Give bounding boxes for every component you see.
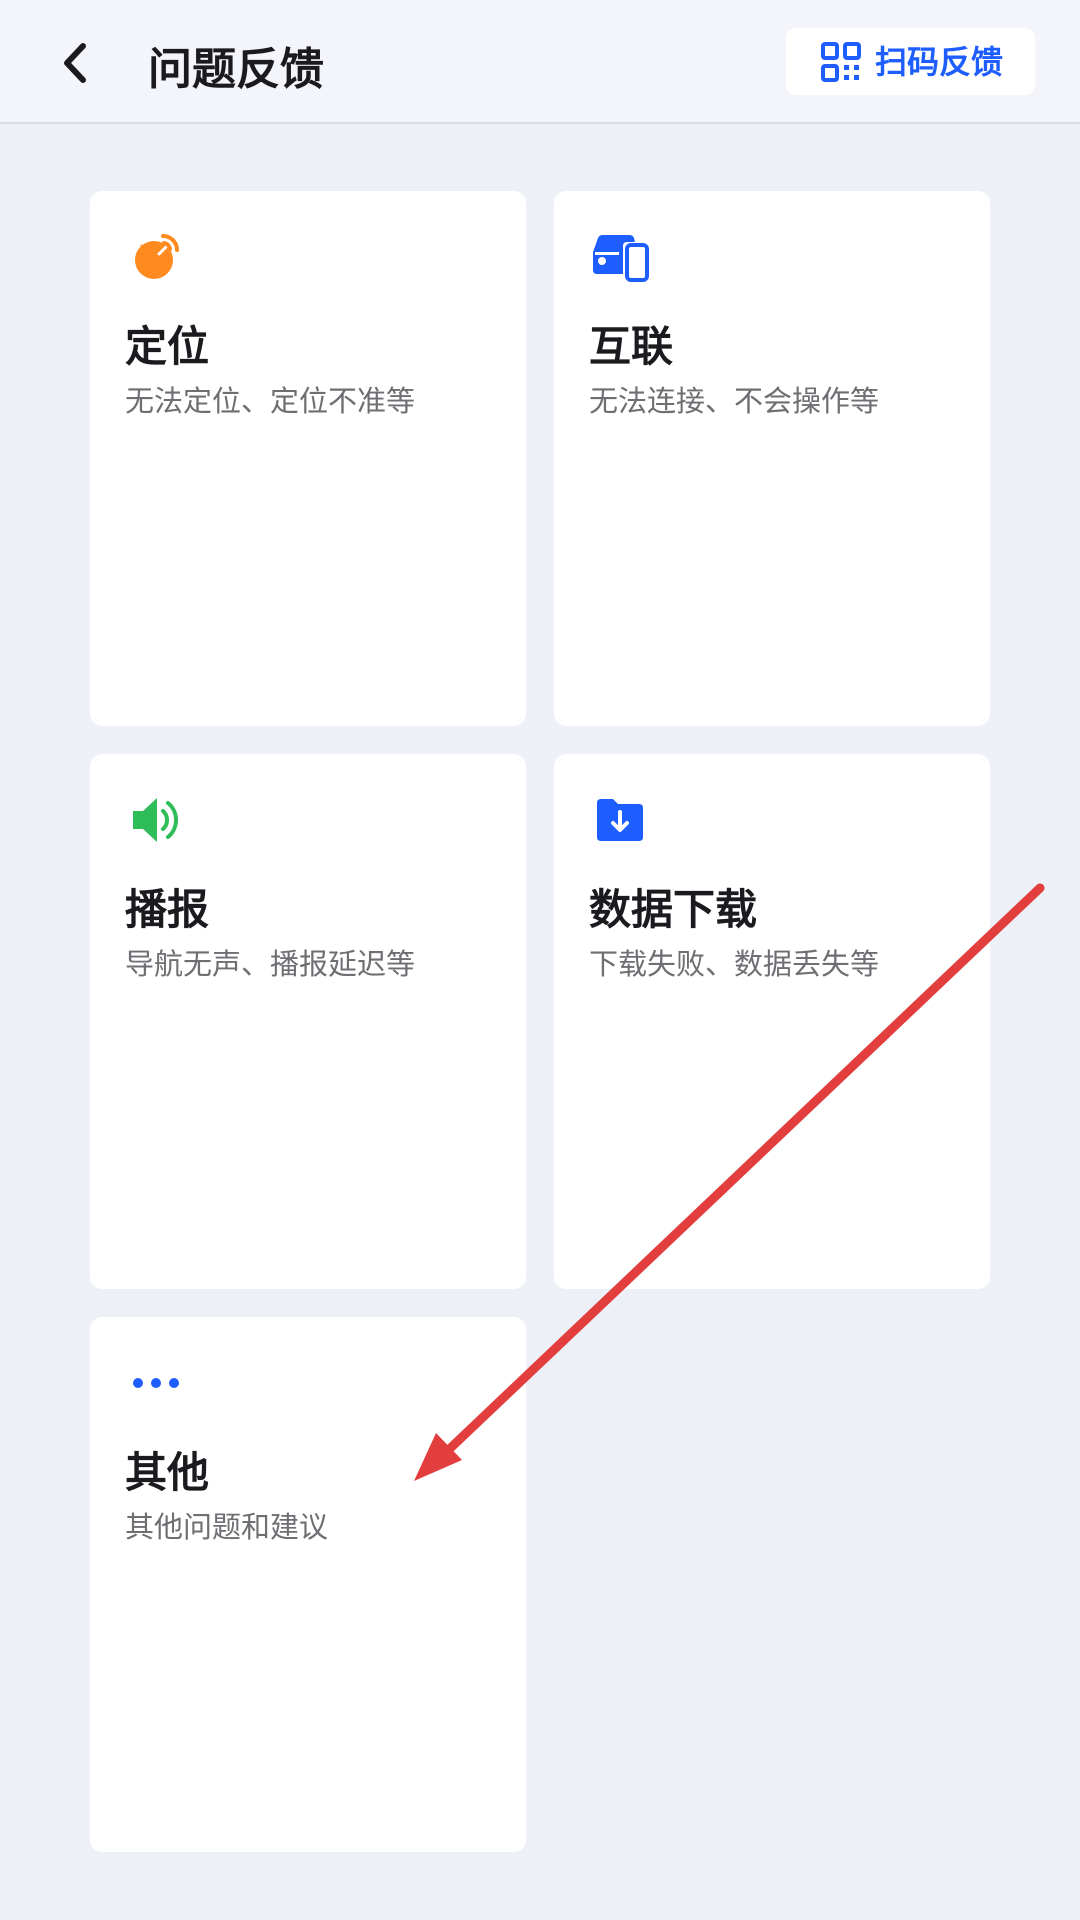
scan-feedback-label: 扫码反馈 (875, 42, 1004, 81)
card-title: 其他 (125, 1448, 210, 1497)
page-title: 问题反馈 (148, 44, 324, 95)
speaker-icon (125, 789, 187, 851)
card-title: 定位 (125, 322, 210, 371)
satellite-dish-icon (125, 226, 187, 288)
card-description: 无法连接、不会操作等 (589, 384, 880, 418)
card-title: 播报 (125, 885, 210, 934)
card-description: 导航无声、播报延迟等 (125, 947, 416, 981)
feedback-screen: 问题反馈 扫码反馈 定位 无法定位、定位不准等 互联 无法连接、不会操作等 播报… (0, 0, 1080, 1920)
category-card-connection[interactable]: 互联 无法连接、不会操作等 (554, 191, 990, 726)
card-description: 其他问题和建议 (125, 1510, 329, 1544)
top-bar: 问题反馈 扫码反馈 (0, 0, 1080, 124)
scan-feedback-button[interactable]: 扫码反馈 (786, 28, 1035, 95)
folder-download-icon (589, 789, 651, 851)
card-title: 互联 (589, 322, 674, 371)
car-phone-icon (589, 226, 651, 288)
chevron-left-icon (64, 43, 86, 83)
card-title: 数据下载 (589, 885, 758, 934)
qr-code-icon (821, 41, 861, 82)
category-card-other[interactable]: 其他 其他问题和建议 (90, 1317, 526, 1852)
card-description: 无法定位、定位不准等 (125, 384, 416, 418)
category-card-broadcast[interactable]: 播报 导航无声、播报延迟等 (90, 754, 526, 1289)
card-description: 下载失败、数据丢失等 (589, 947, 880, 981)
category-card-location[interactable]: 定位 无法定位、定位不准等 (90, 191, 526, 726)
category-card-data-download[interactable]: 数据下载 下载失败、数据丢失等 (554, 754, 990, 1289)
back-button[interactable] (40, 28, 110, 98)
more-dots-icon (125, 1352, 187, 1414)
